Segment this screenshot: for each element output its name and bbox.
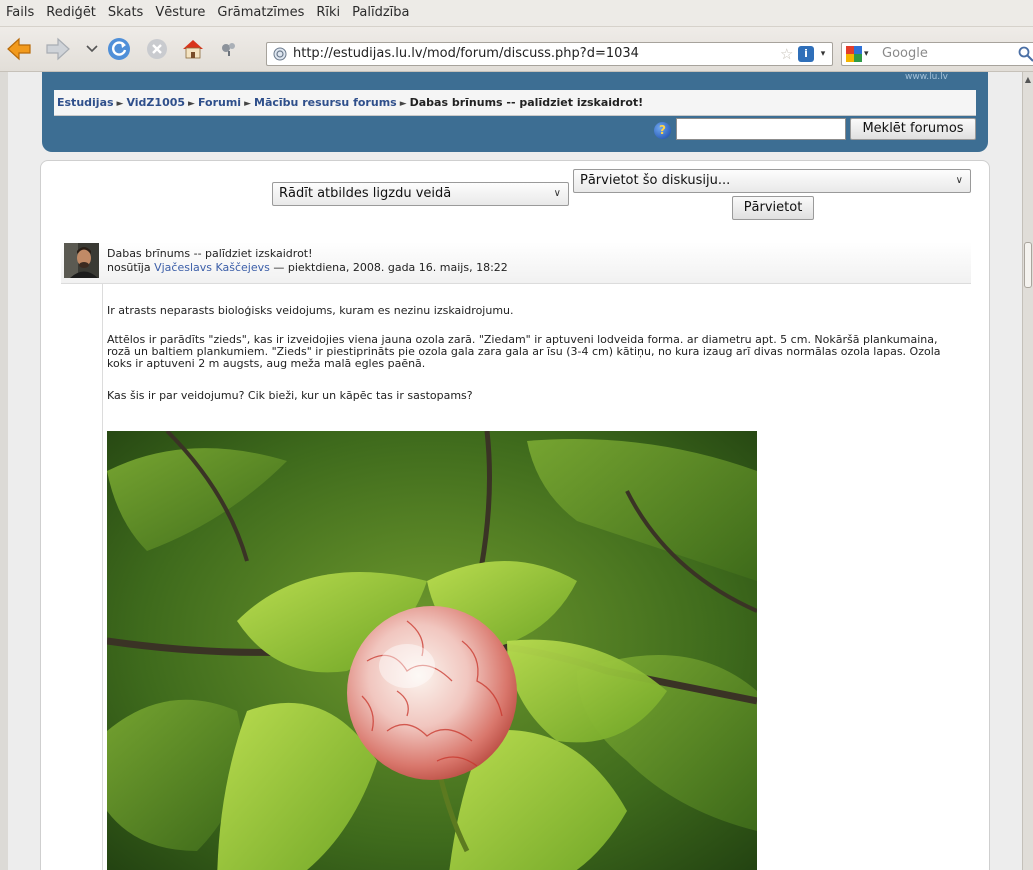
url-bar[interactable]: http://estudijas.lu.lv/mod/forum/discuss…	[266, 42, 833, 66]
menu-edit[interactable]: Rediģēt	[40, 0, 102, 26]
post-paragraph: Ir atrasts neparasts bioloģisks veidojum…	[107, 304, 514, 317]
scroll-up-icon[interactable]: ▲	[1023, 74, 1033, 86]
forward-button[interactable]	[45, 36, 71, 62]
breadcrumb-current: Dabas brīnums -- palīdziet izskaidrot!	[409, 96, 644, 109]
post-body: Ir atrasts neparasts bioloģisks veidojum…	[102, 284, 972, 870]
page-viewport: www.lu.lv Estudijas ► VidZ1005 ► Forumi ► Mācī…	[0, 72, 1022, 870]
menu-bookmarks[interactable]: Grāmatzīmes	[211, 0, 310, 26]
breadcrumb-separator-icon: ►	[116, 99, 124, 109]
post-date: — piektdiena, 2008. gada 16. maijs, 18:2…	[273, 261, 508, 274]
forum-search-button[interactable]: Meklēt forumos	[850, 118, 976, 140]
downloads-button[interactable]	[216, 36, 242, 62]
forward-arrow-icon	[46, 37, 70, 61]
stop-button[interactable]	[144, 36, 170, 62]
stop-icon	[147, 39, 167, 59]
move-discussion-button[interactable]: Pārvietot	[732, 196, 814, 220]
vertical-scrollbar[interactable]: ▲	[1022, 72, 1033, 870]
breadcrumb-course[interactable]: VidZ1005	[126, 96, 185, 109]
discussion-content: Rādīt atbildes ligzdu veidā ∨ Pārvietot …	[40, 160, 990, 870]
post-header: Dabas brīnums -- palīdziet izskaidrot! n…	[61, 242, 971, 284]
home-icon	[183, 40, 203, 59]
menu-tools[interactable]: Rīki	[310, 0, 346, 26]
home-button[interactable]	[180, 36, 206, 62]
menu-bar: Fails Rediģēt Skats Vēsture Grāmatzīmes …	[0, 0, 1033, 27]
browser-search-bar[interactable]: ▾ Google	[841, 42, 1033, 66]
breadcrumb-forums[interactable]: Forumi	[198, 96, 241, 109]
history-dropdown[interactable]	[84, 36, 100, 62]
breadcrumb-estudijas[interactable]: Estudijas	[57, 96, 114, 109]
breadcrumb-separator-icon: ►	[244, 99, 251, 109]
page-header: www.lu.lv Estudijas ► VidZ1005 ► Forumi ► Mācī…	[42, 72, 988, 152]
forum-search-input[interactable]	[676, 118, 846, 140]
bookmark-star-icon[interactable]: ☆	[780, 46, 796, 62]
reload-button[interactable]	[106, 36, 132, 62]
breadcrumb-forum[interactable]: Mācību resursu forums	[254, 96, 397, 109]
display-mode-select[interactable]: Rādīt atbildes ligzdu veidā ∨	[272, 182, 569, 206]
menu-help[interactable]: Palīdzība	[346, 0, 415, 26]
breadcrumb-separator-icon: ►	[399, 99, 407, 109]
avatar-photo	[64, 243, 99, 278]
menu-view[interactable]: Skats	[102, 0, 149, 26]
post-paragraph: Attēlos ir parādīts "zieds", kas ir izve…	[107, 333, 941, 370]
downloads-icon	[222, 43, 235, 56]
reload-icon	[108, 38, 130, 60]
breadcrumb: Estudijas ► VidZ1005 ► Forumi ► Mācību resursu…	[57, 90, 643, 117]
url-text[interactable]: http://estudijas.lu.lv/mod/forum/discuss…	[293, 43, 639, 65]
byline-prefix: nosūtīja	[107, 261, 151, 274]
post-paragraph: Kas šis ir par veidojumu? Cik bieži, kur…	[107, 389, 473, 402]
back-arrow-icon	[7, 37, 31, 61]
avatar[interactable]	[64, 243, 99, 278]
back-button[interactable]	[6, 36, 32, 62]
post-byline: nosūtīja Vjačeslavs Kaščejevs — piektdie…	[107, 261, 508, 274]
site-identity-icon[interactable]	[273, 47, 287, 61]
oak-gall-photo	[107, 431, 757, 870]
chevron-down-icon: ∨	[553, 188, 561, 199]
move-discussion-select[interactable]: Pārvietot šo diskusiju... ∨	[573, 169, 971, 193]
site-link[interactable]: www.lu.lv	[905, 72, 948, 82]
history-dropdown-icon	[86, 45, 98, 53]
breadcrumb-separator-icon: ►	[188, 99, 195, 109]
help-icon[interactable]: ?	[654, 122, 671, 139]
post-subject: Dabas brīnums -- palīdziet izskaidrot!	[107, 247, 313, 260]
chevron-down-icon: ∨	[955, 175, 963, 186]
display-mode-value: Rādīt atbildes ligzdu veidā	[279, 186, 452, 201]
url-dropdown-icon[interactable]: ▾	[818, 47, 828, 61]
feed-icon[interactable]: i	[798, 46, 814, 62]
post-author-link[interactable]: Vjačeslavs Kaščejevs	[154, 261, 270, 274]
search-engine-dropdown-icon[interactable]: ▾	[864, 47, 874, 61]
menu-history[interactable]: Vēsture	[149, 0, 211, 26]
browser-search-input[interactable]: Google	[882, 43, 928, 65]
menu-file[interactable]: Fails	[0, 0, 40, 26]
breadcrumb-bar: Estudijas ► VidZ1005 ► Forumi ► Mācību resursu…	[54, 90, 976, 116]
post-image	[107, 431, 757, 870]
scrollbar-thumb[interactable]	[1024, 242, 1032, 288]
sidebar-edge	[0, 72, 8, 870]
search-magnifier-icon[interactable]	[1018, 46, 1033, 62]
search-engine-icon[interactable]	[846, 46, 862, 62]
move-discussion-value: Pārvietot šo diskusiju...	[580, 173, 731, 188]
